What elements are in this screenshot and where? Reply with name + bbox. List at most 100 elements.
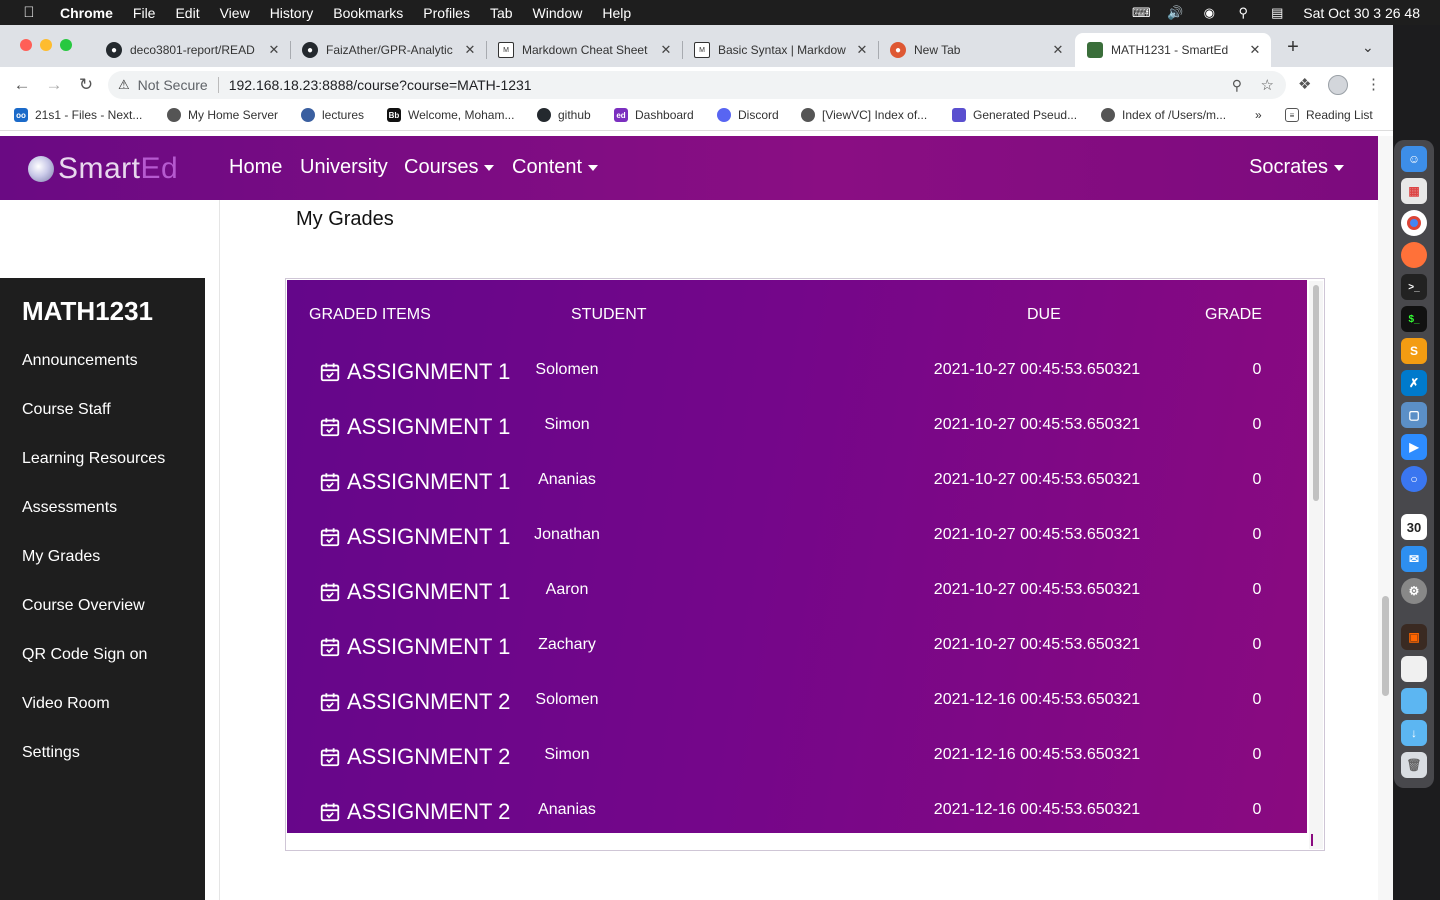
keyboard-icon[interactable]: ⌨ xyxy=(1132,5,1151,20)
bookmark-dashboard[interactable]: ed Dashboard xyxy=(614,108,694,122)
profile-avatar[interactable] xyxy=(1328,75,1348,95)
table-row[interactable]: ASSIGNMENT 1 Aaron 2021-10-27 00:45:53.650… xyxy=(287,571,1307,626)
close-tab-icon[interactable]: ✕ xyxy=(658,42,674,58)
sidebar-item-settings[interactable]: Settings xyxy=(22,744,80,762)
bookmark-index-of-users[interactable]: Index of /Users/m... xyxy=(1101,108,1226,122)
graded-item-name[interactable]: ASSIGNMENT 2 xyxy=(347,799,510,825)
bookmark-lectures[interactable]: lectures xyxy=(301,108,364,122)
document-icon[interactable] xyxy=(1401,656,1427,682)
sidebar-item-announcements[interactable]: Announcements xyxy=(22,352,138,370)
tab-basic-syntax[interactable]: M Basic Syntax | Markdow ✕ xyxy=(682,33,878,67)
nav-courses-dropdown[interactable]: Courses xyxy=(404,156,495,179)
extensions-puzzle-icon[interactable]: ❖ xyxy=(1298,75,1311,93)
bookmark-21s1-files[interactable]: oo 21s1 - Files - Next... xyxy=(14,108,142,122)
graded-item-name[interactable]: ASSIGNMENT 1 xyxy=(347,579,510,605)
page-scrollbar[interactable] xyxy=(1378,136,1393,900)
graded-item-name[interactable]: ASSIGNMENT 1 xyxy=(347,414,510,440)
menu-history[interactable]: History xyxy=(270,5,314,21)
security-status[interactable]: Not Secure xyxy=(138,77,208,93)
close-tab-icon[interactable]: ✕ xyxy=(266,42,282,58)
volume-icon[interactable]: 🔊 xyxy=(1167,5,1183,20)
bookmark-viewvc[interactable]: [ViewVC] Index of... xyxy=(801,108,927,122)
forward-arrow-icon[interactable]: → xyxy=(43,75,65,95)
menu-bookmarks[interactable]: Bookmarks xyxy=(333,5,403,21)
launchpad-icon[interactable]: ▦ xyxy=(1401,178,1427,204)
sidebar-item-course-staff[interactable]: Course Staff xyxy=(22,401,111,419)
smarted-logo[interactable]: SmartEd xyxy=(28,152,178,186)
sidebar-item-assessments[interactable]: Assessments xyxy=(22,499,117,517)
bookmark-my-home-server[interactable]: My Home Server xyxy=(167,108,278,122)
vscode-icon[interactable]: ✗ xyxy=(1401,370,1427,396)
menu-clock[interactable]: Sat Oct 30 3 26 48 xyxy=(1303,5,1420,21)
wifi-icon[interactable]: ◉ xyxy=(1201,5,1217,20)
bookmark-discord[interactable]: Discord xyxy=(717,108,779,122)
table-row[interactable]: ASSIGNMENT 1 Jonathan 2021-10-27 00:45:53.… xyxy=(287,516,1307,571)
bookmark-github[interactable]: github xyxy=(537,108,591,122)
table-row[interactable]: ASSIGNMENT 1 Simon 2021-10-27 00:45:53.650… xyxy=(287,406,1307,461)
sidebar-item-course-overview[interactable]: Course Overview xyxy=(22,597,145,615)
close-tab-icon[interactable]: ✕ xyxy=(462,42,478,58)
tab-deco3801-report[interactable]: ● deco3801-report/READ ✕ xyxy=(94,33,290,67)
activity-icon[interactable]: ▣ xyxy=(1401,624,1427,650)
table-row[interactable]: ASSIGNMENT 2 Ananias 2021-12-16 00:45:53.6… xyxy=(287,791,1307,833)
address-bar[interactable]: ⚠ Not Secure 192.168.18.23:8888/course?c… xyxy=(108,71,1286,99)
table-row[interactable]: ASSIGNMENT 1 Zachary 2021-10-27 00:45:53.6… xyxy=(287,626,1307,681)
header-due[interactable]: DUE xyxy=(1027,306,1061,324)
finder-icon[interactable]: ☺ xyxy=(1401,146,1427,172)
user-menu-dropdown[interactable]: Socrates xyxy=(1249,156,1344,179)
virtualbox-icon[interactable]: ▢ xyxy=(1401,402,1427,428)
trash-icon[interactable]: 🗑 xyxy=(1401,752,1427,778)
menu-app-chrome[interactable]: Chrome xyxy=(60,5,113,21)
warning-icon[interactable]: ⚠ xyxy=(118,77,130,93)
menu-profiles[interactable]: Profiles xyxy=(423,5,470,21)
tab-gpr-analytic[interactable]: ● FaizAther/GPR-Analytic ✕ xyxy=(290,33,486,67)
table-row[interactable]: ASSIGNMENT 1 Ananias 2021-10-27 00:45:53.6… xyxy=(287,461,1307,516)
tab-markdown-cheat-sheet[interactable]: M Markdown Cheat Sheet ✕ xyxy=(486,33,682,67)
graded-item-name[interactable]: ASSIGNMENT 1 xyxy=(347,524,510,550)
table-row[interactable]: ASSIGNMENT 2 Simon 2021-12-16 00:45:53.650… xyxy=(287,736,1307,791)
zoom-icon[interactable]: ⚲ xyxy=(1232,77,1242,94)
back-arrow-icon[interactable]: ← xyxy=(11,75,33,95)
sidebar-item-my-grades[interactable]: My Grades xyxy=(22,548,100,566)
table-row[interactable]: ASSIGNMENT 2 Solomen 2021-12-16 00:45:53.6… xyxy=(287,681,1307,736)
reload-icon[interactable]: ↻ xyxy=(75,75,97,95)
table-scrollbar[interactable] xyxy=(1309,281,1323,849)
zoom-icon[interactable]: ▶ xyxy=(1401,434,1427,460)
bookmark-generated-pseud[interactable]: Generated Pseud... xyxy=(952,108,1077,122)
url-text[interactable]: 192.168.18.23:8888/course?course=MATH-12… xyxy=(229,77,532,93)
graded-item-name[interactable]: ASSIGNMENT 2 xyxy=(347,689,510,715)
control-center-icon[interactable]: ▤ xyxy=(1269,5,1285,20)
new-tab-button[interactable]: + xyxy=(1283,37,1303,57)
nav-content-dropdown[interactable]: Content xyxy=(512,156,599,179)
menu-view[interactable]: View xyxy=(220,5,250,21)
chrome-icon[interactable] xyxy=(1401,210,1427,236)
sublime-text-icon[interactable]: S xyxy=(1401,338,1427,364)
bookmark-welcome[interactable]: Bb Welcome, Moham... xyxy=(387,108,514,122)
nav-home[interactable]: Home xyxy=(229,156,282,179)
spotlight-search-icon[interactable]: ⚲ xyxy=(1235,5,1251,20)
close-tab-icon[interactable]: ✕ xyxy=(854,42,870,58)
apple-icon[interactable]:  xyxy=(20,4,38,21)
graded-item-name[interactable]: ASSIGNMENT 2 xyxy=(347,744,510,770)
tab-math1231-smarted[interactable]: MATH1231 - SmartEd ✕ xyxy=(1075,33,1271,67)
table-row[interactable]: ASSIGNMENT 1 Solomen 2021-10-27 00:45:53.6… xyxy=(287,351,1307,406)
close-tab-icon[interactable]: ✕ xyxy=(1050,42,1066,58)
graded-item-name[interactable]: ASSIGNMENT 1 xyxy=(347,469,510,495)
bookmarks-overflow-icon[interactable]: » xyxy=(1255,108,1262,122)
table-scrollbar-thumb[interactable] xyxy=(1313,285,1319,501)
tab-new-tab[interactable]: ● New Tab ✕ xyxy=(878,33,1074,67)
menu-tab[interactable]: Tab xyxy=(490,5,513,21)
header-student[interactable]: STUDENT xyxy=(571,306,647,324)
menu-help[interactable]: Help xyxy=(602,5,631,21)
nav-university[interactable]: University xyxy=(300,156,388,179)
menu-window[interactable]: Window xyxy=(533,5,583,21)
calendar-icon[interactable]: 30 xyxy=(1401,514,1427,540)
mail-icon[interactable]: ✉ xyxy=(1401,546,1427,572)
minimize-window-button[interactable] xyxy=(40,39,52,51)
reading-list-button[interactable]: ≡ Reading List xyxy=(1285,108,1373,122)
iterm-icon[interactable]: $_ xyxy=(1401,306,1427,332)
close-tab-icon[interactable]: ✕ xyxy=(1247,42,1263,58)
page-scrollbar-thumb[interactable] xyxy=(1382,596,1389,696)
chrome-menu-icon[interactable]: ⋮ xyxy=(1366,75,1381,93)
terminal-icon[interactable]: >_ xyxy=(1401,274,1427,300)
